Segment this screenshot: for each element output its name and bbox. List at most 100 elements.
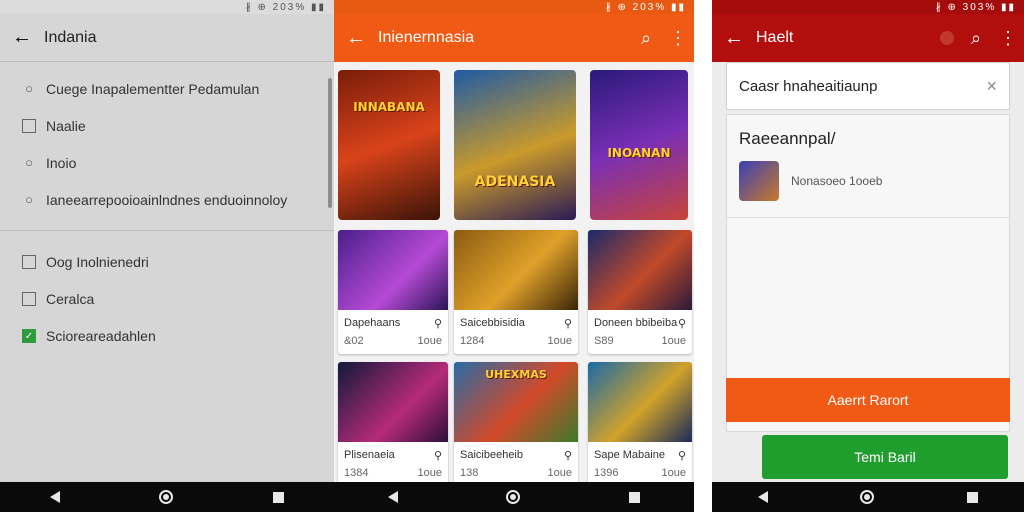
game-count: 1284 bbox=[460, 335, 485, 347]
home-nav-icon[interactable] bbox=[159, 490, 174, 504]
circle-icon: ○ bbox=[25, 154, 33, 170]
recents-nav-icon[interactable] bbox=[966, 491, 978, 503]
setting-label: Scioreareadahlen bbox=[46, 327, 156, 344]
game-count: 1384 bbox=[344, 467, 369, 479]
back-arrow-icon[interactable]: ← bbox=[334, 27, 378, 50]
app-bar: ← Indania bbox=[0, 14, 334, 62]
game-tag: 1oue bbox=[661, 335, 686, 347]
game-grid: INNABANA ADENASIA INOANAN Dapehaans ⚲ &02… bbox=[334, 62, 694, 482]
search-icon[interactable]: ⌕ bbox=[960, 28, 992, 49]
game-art-title: ADENASIA bbox=[474, 174, 556, 190]
game-name: Saicebbisidia bbox=[460, 317, 525, 329]
game-name: Saicibeeheib bbox=[460, 449, 523, 461]
lock-icon: ⚲ bbox=[563, 317, 572, 330]
home-nav-icon[interactable] bbox=[860, 490, 875, 504]
back-nav-icon[interactable] bbox=[758, 491, 769, 503]
page-title: Indania bbox=[44, 28, 97, 46]
game-tile[interactable]: UHEXMAS Saicibeeheib ⚲ 138 1oue bbox=[454, 362, 578, 482]
featured-game-card[interactable]: INOANAN bbox=[590, 70, 688, 220]
game-art bbox=[588, 230, 692, 310]
app-bar: ← Inienernnasia ⌕ ⋮ bbox=[334, 14, 694, 62]
game-tag: 1oue bbox=[547, 467, 572, 479]
nav-bar bbox=[0, 482, 334, 512]
settings-screen: ∦ ⊕ 203% ▮▮ ← Indania ○ Cuege Inapalemen… bbox=[0, 0, 334, 512]
setting-item[interactable]: ○ Cuege Inapalementter Pedamulan bbox=[0, 70, 334, 107]
game-count: 1396 bbox=[594, 467, 619, 479]
detail-content: Caasr hnaheaitiaunp × Raeeannpal/ Nonaso… bbox=[726, 62, 1010, 482]
back-nav-icon[interactable] bbox=[49, 491, 60, 503]
setting-item[interactable]: ○ Ianeearrepooioainlndnes enduoinnoloy bbox=[0, 181, 334, 218]
more-vert-icon[interactable]: ⋮ bbox=[992, 28, 1024, 49]
setting-item[interactable]: Oog Inolnienedri bbox=[0, 243, 334, 280]
setting-label: Ianeearrepooioainlndnes enduoinnoloy bbox=[46, 191, 288, 208]
checkbox-icon[interactable] bbox=[22, 118, 36, 133]
setting-item[interactable]: ○ Inoio bbox=[0, 144, 334, 181]
featured-game-card[interactable]: ADENASIA bbox=[454, 70, 576, 220]
more-vert-icon[interactable]: ⋮ bbox=[662, 28, 694, 49]
back-arrow-icon[interactable]: ← bbox=[0, 26, 44, 49]
record-icon bbox=[940, 31, 954, 45]
item-label: Nonasoeo 1ooeb bbox=[791, 174, 883, 188]
game-art-title: UHEXMAS bbox=[485, 368, 547, 381]
game-tile[interactable]: Doneen bbibeiba ⚲ S89 1oue bbox=[588, 230, 692, 354]
game-tile[interactable]: Saicebbisidia ⚲ 1284 1oue bbox=[454, 230, 578, 354]
search-value: Caasr hnaheaitiaunp bbox=[739, 77, 878, 95]
setting-label: Inoio bbox=[46, 154, 77, 171]
game-art-title: INNABANA bbox=[353, 100, 425, 114]
game-tile[interactable]: Sape Mabaine ⚲ 1396 1oue bbox=[588, 362, 692, 482]
status-bar: ∦ ⊕ 203% ▮▮ bbox=[334, 0, 694, 14]
lock-icon: ⚲ bbox=[433, 449, 442, 462]
game-count: S89 bbox=[594, 335, 614, 347]
game-art: UHEXMAS bbox=[454, 362, 578, 442]
lock-icon: ⚲ bbox=[677, 317, 686, 330]
setting-item[interactable]: Naalie bbox=[0, 107, 334, 144]
submit-button[interactable]: Temi Baril bbox=[762, 435, 1008, 479]
card-heading: Raeeannpal/ bbox=[739, 129, 836, 148]
back-nav-icon[interactable] bbox=[388, 491, 399, 503]
recents-nav-icon[interactable] bbox=[273, 491, 285, 503]
close-icon[interactable]: × bbox=[986, 76, 997, 97]
game-tag: 1oue bbox=[661, 467, 686, 479]
checkbox-icon[interactable] bbox=[22, 291, 36, 306]
status-bar: ∦ ⊕ 203% ▮▮ bbox=[0, 0, 334, 14]
circle-icon: ○ bbox=[25, 80, 33, 96]
game-name: Plisenaeia bbox=[344, 449, 395, 461]
game-art bbox=[338, 230, 448, 310]
game-tile[interactable]: Plisenaeia ⚲ 1384 1oue bbox=[338, 362, 448, 482]
featured-game-card[interactable]: INNABANA bbox=[338, 70, 440, 220]
lock-icon: ⚲ bbox=[563, 449, 572, 462]
setting-item[interactable]: ✓ Scioreareadahlen bbox=[0, 317, 334, 354]
game-art-title: INOANAN bbox=[607, 146, 671, 160]
nav-bar bbox=[334, 482, 694, 512]
game-tag: 1oue bbox=[417, 467, 442, 479]
setting-label: Naalie bbox=[46, 117, 86, 134]
circle-icon: ○ bbox=[25, 191, 33, 207]
game-name: Sape Mabaine bbox=[594, 449, 665, 461]
list-item[interactable]: Nonasoeo 1ooeb bbox=[727, 157, 1009, 205]
status-bar: ∦ ⊕ 303% ▮▮ bbox=[712, 0, 1024, 14]
back-arrow-icon[interactable]: ← bbox=[712, 27, 756, 50]
status-icons: ∦ ⊕ 203% ▮▮ bbox=[245, 1, 326, 13]
setting-item[interactable]: Ceralca bbox=[0, 280, 334, 317]
game-name: Dapehaans bbox=[344, 317, 401, 329]
game-tag: 1oue bbox=[417, 335, 442, 347]
game-tag: 1oue bbox=[547, 335, 572, 347]
checkbox-checked-icon[interactable]: ✓ bbox=[22, 328, 36, 343]
game-count: &02 bbox=[344, 335, 364, 347]
home-nav-icon[interactable] bbox=[506, 490, 521, 504]
page-title: Haelt bbox=[756, 29, 794, 46]
game-tile[interactable]: Dapehaans ⚲ &02 1oue bbox=[338, 230, 448, 354]
checkbox-icon[interactable] bbox=[22, 254, 36, 269]
setting-label: Cuege Inapalementter Pedamulan bbox=[46, 80, 260, 97]
status-icons: ∦ ⊕ 203% ▮▮ bbox=[605, 1, 686, 13]
search-icon[interactable]: ⌕ bbox=[630, 28, 662, 49]
game-count: 138 bbox=[460, 467, 479, 479]
recents-nav-icon[interactable] bbox=[628, 491, 640, 503]
search-field[interactable]: Caasr hnaheaitiaunp × bbox=[726, 62, 1010, 110]
report-button[interactable]: Aaerrt Rarort bbox=[726, 378, 1010, 422]
nav-bar bbox=[712, 482, 1024, 512]
page-title: Inienernnasia bbox=[378, 29, 475, 46]
lock-icon: ⚲ bbox=[677, 449, 686, 462]
game-thumbnail bbox=[739, 161, 779, 201]
game-name: Doneen bbibeiba bbox=[594, 317, 678, 329]
